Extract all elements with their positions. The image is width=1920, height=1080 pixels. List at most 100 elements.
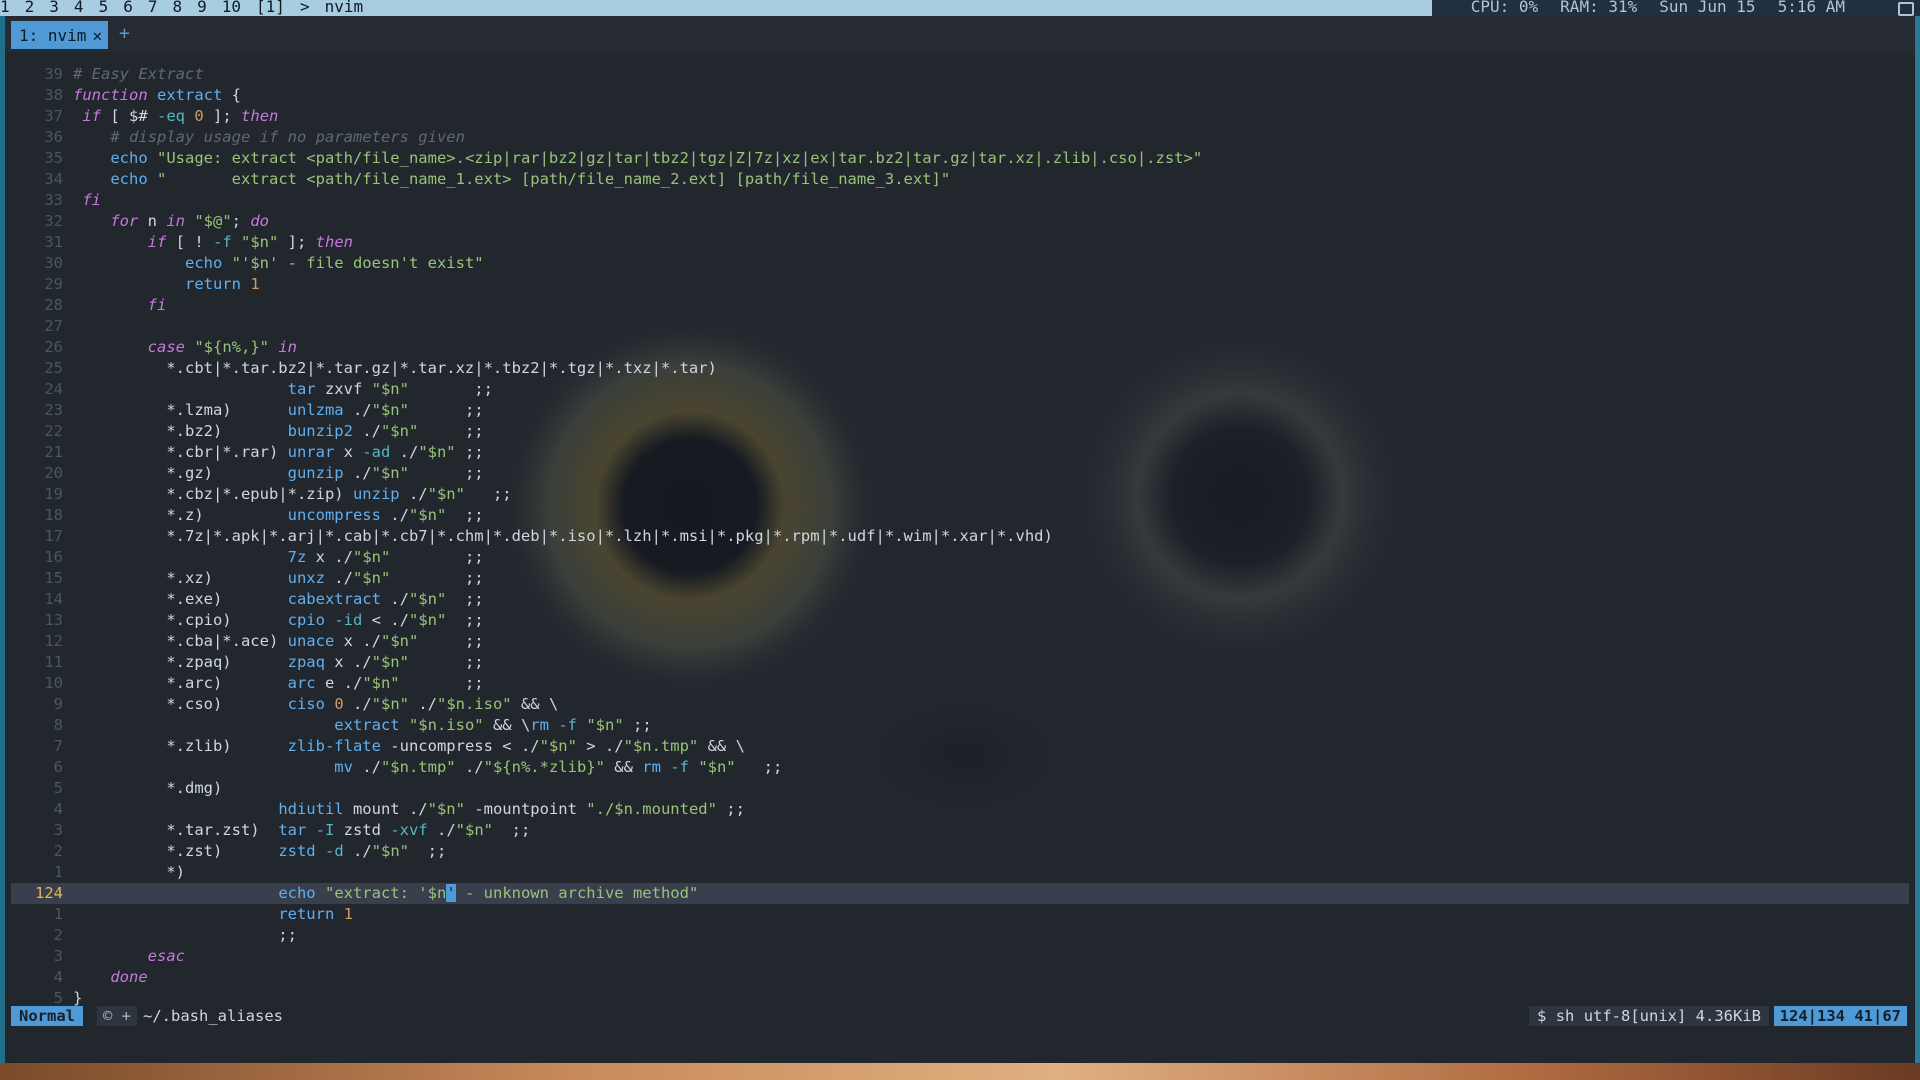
code-line[interactable]: 28 fi [11,295,1909,316]
line-number: 7 [53,737,63,755]
workspace-2[interactable]: 2 [25,0,35,16]
code-line[interactable]: 39 # Easy Extract [11,64,1909,85]
new-tab-button[interactable]: + [119,23,130,44]
line-code: *.bz2) bunzip2 ./"$n" ;; [73,422,484,440]
code-line[interactable]: 38 function extract { [11,85,1909,106]
workspace-13[interactable]: nvim [325,0,364,16]
code-line[interactable]: 20 *.gz) gunzip ./"$n" ;; [11,463,1909,484]
line-number: 36 [44,128,63,146]
code-line[interactable]: 23 *.lzma) unlzma ./"$n" ;; [11,400,1909,421]
code-line[interactable]: 1 *) [11,862,1909,883]
line-code: *.z) uncompress ./"$n" ;; [73,506,484,524]
code-line[interactable]: 33 fi [11,190,1909,211]
line-code: esac [147,947,185,965]
workspace-6[interactable]: 6 [123,0,133,16]
code-line[interactable]: 9 *.cso) ciso 0 ./"$n" ./"$n.iso" && \ [11,694,1909,715]
code-line[interactable]: 31 if [ ! -f "$n" ]; then [11,232,1909,253]
line-code: *.xz) unxz ./"$n" ;; [73,569,484,587]
code-line[interactable]: 7 *.zlib) zlib-flate -uncompress < ./"$n… [11,736,1909,757]
nvim-editor[interactable]: 39 # Easy Extract 38 function extract {37 i… [11,64,1909,1009]
code-line[interactable]: 24 tar zxvf "$n" ;; [11,379,1909,400]
workspace-1[interactable]: 1 [0,0,10,16]
window-icon[interactable] [1898,2,1914,16]
line-code: *.lzma) unlzma ./"$n" ;; [73,401,484,419]
code-line[interactable]: 14 *.exe) cabextract ./"$n" ;; [11,589,1909,610]
line-code: *.cbr|*.rar) unrar x -ad ./"$n" ;; [73,443,484,461]
code-line[interactable]: 16 7z x ./"$n" ;; [11,547,1909,568]
workspace-12[interactable]: > [300,0,310,16]
code-line[interactable]: 17 *.7z|*.apk|*.arj|*.cab|*.cb7|*.chm|*.… [11,526,1909,547]
line-code: extract "$n.iso" && \rm -f "$n" ;; [334,716,652,734]
line-code: *.cba|*.ace) unace x ./"$n" ;; [73,632,484,650]
code-line[interactable]: 32 for n in "$@"; do [11,211,1909,232]
code-line[interactable]: 18 *.z) uncompress ./"$n" ;; [11,505,1909,526]
workspace-8[interactable]: 8 [172,0,182,16]
workspace-7[interactable]: 7 [148,0,158,16]
workspace-3[interactable]: 3 [49,0,59,16]
code-line[interactable]: 8 extract "$n.iso" && \rm -f "$n" ;; [11,715,1909,736]
line-number: 4 [53,968,63,986]
code-line[interactable]: 3 esac [11,946,1909,967]
code-line[interactable]: 12 *.cba|*.ace) unace x ./"$n" ;; [11,631,1909,652]
code-line[interactable]: 2 ;; [11,925,1909,946]
line-code: *.cpio) cpio -id < ./"$n" ;; [73,611,484,629]
code-line[interactable]: 4 hdiutil mount ./"$n" -mountpoint "./$n… [11,799,1909,820]
line-code: 7z x ./"$n" ;; [287,548,484,566]
code-line[interactable]: 37 if [ $# -eq 0 ]; then [11,106,1909,127]
code-line[interactable]: 35 echo "Usage: extract <path/file_name>… [11,148,1909,169]
code-line[interactable]: 26 case "${n%,}" in [11,337,1909,358]
code-line[interactable]: 29 return 1 [11,274,1909,295]
line-code: *.gz) gunzip ./"$n" ;; [73,464,484,482]
code-line[interactable]: 1 return 1 [11,904,1909,925]
line-number: 16 [44,548,63,566]
line-code: return 1 [184,275,260,293]
line-code: # Easy Extract [73,65,204,83]
workspace-5[interactable]: 5 [99,0,109,16]
line-code: # display usage if no parameters given [110,128,465,146]
line-number: 1 [53,905,63,923]
workspace-list: 1 2 3 4 5 6 7 8 9 10 [1] > nvim [0,0,378,16]
line-code: hdiutil mount ./"$n" -mountpoint "./$n.m… [278,800,745,818]
code-line[interactable]: 10 *.arc) arc e ./"$n" ;; [11,673,1909,694]
line-number: 32 [44,212,63,230]
close-icon[interactable]: ✕ [92,26,102,45]
line-number: 28 [44,296,63,314]
workspace-11[interactable]: [1] [256,0,285,16]
code-line[interactable]: 6 mv ./"$n.tmp" ./"${n%.*zlib}" && rm -f… [11,757,1909,778]
code-line[interactable]: 25 *.cbt|*.tar.bz2|*.tar.gz|*.tar.xz|*.t… [11,358,1909,379]
terminal-window[interactable]: 1: nvim ✕ + 39 # Easy Extract 38 function e… [5,16,1915,1063]
cpu-usage: CPU: 0% [1470,0,1539,16]
code-line[interactable]: 27 [11,316,1909,337]
code-line[interactable]: 15 *.xz) unxz ./"$n" ;; [11,568,1909,589]
system-info: CPU: 0% RAM: 31% Sun Jun 15 5:16 AM [1449,0,1845,16]
line-code: tar zxvf "$n" ;; [287,380,493,398]
code-line[interactable]: 11 *.zpaq) zpaq x ./"$n" ;; [11,652,1909,673]
code-line[interactable]: 34 echo " extract <path/file_name_1.ext>… [11,169,1909,190]
code-line[interactable]: 36 # display usage if no parameters give… [11,127,1909,148]
workspace-10[interactable]: 10 [222,0,241,16]
line-code: *.zlib) zlib-flate -uncompress < ./"$n" … [73,737,745,755]
line-code: function extract { [73,86,241,104]
code-line[interactable]: 4 done [11,967,1909,988]
code-line[interactable]: 5 *.dmg) [11,778,1909,799]
tab-nvim[interactable]: 1: nvim ✕ [11,21,109,49]
line-number: 3 [53,821,63,839]
code-line[interactable]: 21 *.cbr|*.rar) unrar x -ad ./"$n" ;; [11,442,1909,463]
wallpaper-edge-bottom [0,1063,1920,1080]
code-line[interactable]: 22 *.bz2) bunzip2 ./"$n" ;; [11,421,1909,442]
line-number: 4 [53,800,63,818]
current-code-line[interactable]: 124 echo "extract: '$n' - unknown archiv… [11,883,1909,904]
workspace-9[interactable]: 9 [197,0,207,16]
code-line[interactable]: 19 *.cbz|*.epub|*.zip) unzip ./"$n" ;; [11,484,1909,505]
line-code: echo "extract: '$n' - unknown archive me… [278,884,699,902]
line-number: 15 [44,569,63,587]
line-number: 11 [44,653,63,671]
code-line[interactable]: 13 *.cpio) cpio -id < ./"$n" ;; [11,610,1909,631]
code-line[interactable]: 2 *.zst) zstd -d ./"$n" ;; [11,841,1909,862]
line-number: 37 [44,107,63,125]
line-number: 31 [44,233,63,251]
workspace-4[interactable]: 4 [74,0,84,16]
terminal-tab-bar: 1: nvim ✕ + [5,16,1915,52]
code-line[interactable]: 3 *.tar.zst) tar -I zstd -xvf ./"$n" ;; [11,820,1909,841]
code-line[interactable]: 30 echo "'$n' - file doesn't exist" [11,253,1909,274]
